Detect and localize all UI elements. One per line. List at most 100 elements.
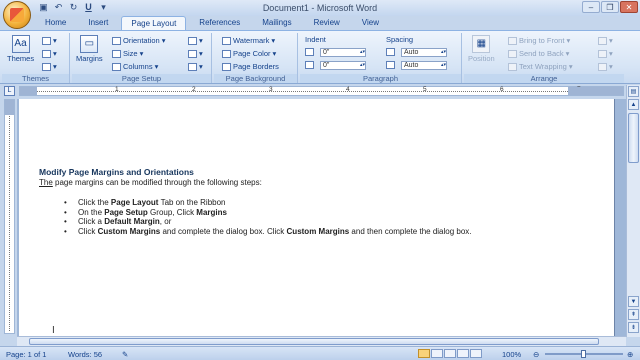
send-to-back-button[interactable]: Send to Back ▾	[508, 49, 569, 58]
undo-icon[interactable]: ↶	[53, 2, 64, 13]
horizontal-scroll-thumb[interactable]	[29, 338, 599, 345]
outline-view-icon[interactable]	[457, 349, 469, 358]
scroll-up-icon[interactable]: ▲	[628, 99, 639, 110]
ruler-bar: L 1 2 3 4 5 6 7	[0, 85, 640, 98]
tab-home[interactable]: Home	[36, 16, 75, 30]
zoom-slider-knob[interactable]	[581, 350, 586, 358]
text-wrapping-button[interactable]: Text Wrapping ▾	[508, 62, 573, 71]
margins-label: Margins	[76, 54, 103, 63]
quick-access-toolbar: ▣ ↶ ↻ U ▾	[38, 2, 109, 13]
theme-fonts-button[interactable]: ▾	[42, 49, 57, 58]
full-screen-reading-view-icon[interactable]	[431, 349, 443, 358]
intro-first-word: The	[39, 178, 53, 187]
orientation-button[interactable]: Orientation ▾	[112, 36, 165, 45]
vertical-ruler[interactable]	[4, 99, 15, 334]
page-background-group: Watermark ▾ Page Color ▾ Page Borders Page…	[214, 33, 298, 83]
zoom-out-icon[interactable]: ⊖	[533, 350, 539, 359]
bring-to-front-button[interactable]: Bring to Front ▾	[508, 36, 570, 45]
watermark-button[interactable]: Watermark ▾	[222, 36, 275, 45]
margins-button[interactable]: ▭ Margins	[76, 35, 103, 63]
horizontal-scrollbar[interactable]	[17, 336, 626, 346]
ruler-number: 2	[192, 86, 196, 93]
bullet-text: Tab on the Ribbon	[158, 198, 226, 207]
orientation-label: Orientation	[123, 36, 160, 45]
print-layout-view-icon[interactable]	[418, 349, 430, 358]
redo-icon[interactable]: ↻	[68, 2, 79, 13]
tab-view[interactable]: View	[353, 16, 388, 30]
scroll-thumb[interactable]	[628, 113, 639, 163]
bullet-bold: Margins	[196, 207, 227, 217]
web-layout-view-icon[interactable]	[444, 349, 456, 358]
bullet-text: Group, Click	[147, 207, 197, 217]
tab-references[interactable]: References	[190, 16, 249, 30]
page-count[interactable]: Page: 1 of 1	[6, 350, 46, 359]
minimize-button[interactable]: –	[582, 1, 600, 13]
bring-to-front-icon	[508, 36, 517, 45]
next-page-icon[interactable]: ⇟	[628, 322, 639, 333]
ribbon-tabs: Home Insert Page Layout References Maili…	[36, 16, 392, 30]
right-margin-area	[568, 87, 623, 95]
columns-icon	[112, 62, 121, 71]
document-area: Modify Page Margins and Orientations The…	[17, 99, 626, 336]
themes-button[interactable]: Aa Themes	[7, 35, 34, 63]
previous-page-icon[interactable]: ⇞	[628, 309, 639, 320]
hyphenation-button[interactable]: ▾	[188, 62, 203, 71]
page-background-group-label: Page Background	[214, 74, 297, 83]
document-intro: The page margins can be modified through…	[39, 178, 262, 187]
underline-icon[interactable]: U	[83, 2, 94, 13]
text-wrapping-label: Text Wrapping	[519, 62, 567, 71]
office-button[interactable]	[3, 1, 31, 29]
columns-button[interactable]: Columns ▾	[112, 62, 158, 71]
tab-selector-button[interactable]: L	[4, 86, 15, 96]
align-button[interactable]: ▾	[598, 36, 613, 45]
ibeam-cursor-icon: I	[52, 325, 55, 336]
zoom-in-icon[interactable]: ⊕	[627, 350, 633, 359]
position-button[interactable]: ▦ Position	[468, 35, 495, 63]
rotate-button[interactable]: ▾	[598, 62, 613, 71]
tab-review[interactable]: Review	[305, 16, 349, 30]
vertical-scrollbar[interactable]: ▤ ▲ ▼ ⇞ ⇟	[626, 85, 640, 337]
ruler-toggle-icon[interactable]: ▤	[628, 86, 639, 97]
page-borders-button[interactable]: Page Borders	[222, 62, 279, 71]
draft-view-icon[interactable]	[470, 349, 482, 358]
line-numbers-button[interactable]: ▾	[188, 49, 203, 58]
arrange-group: ▦ Position Bring to Front ▾ Send to Back ▾…	[464, 33, 624, 83]
maximize-button[interactable]: ❐	[601, 1, 619, 13]
spacing-after-input[interactable]: Auto	[401, 61, 447, 70]
tab-mailings[interactable]: Mailings	[253, 16, 300, 30]
horizontal-ruler[interactable]: 1 2 3 4 5 6 7	[19, 86, 624, 96]
title-bar: Document1 - Microsoft Word ▣ ↶ ↻ U ▾ – ❐…	[0, 0, 640, 16]
spacing-label: Spacing	[386, 35, 414, 44]
tab-page-layout[interactable]: Page Layout	[121, 16, 187, 30]
spacing-after-icon	[386, 61, 395, 69]
close-button[interactable]: ✕	[620, 1, 638, 13]
document-page[interactable]: Modify Page Margins and Orientations The…	[19, 99, 615, 336]
page-color-button[interactable]: Page Color ▾	[222, 49, 276, 58]
customize-icon[interactable]: ▾	[98, 2, 109, 13]
zoom-slider[interactable]	[545, 350, 623, 358]
zoom-level[interactable]: 100%	[502, 350, 521, 359]
theme-colors-button[interactable]: ▾	[42, 36, 57, 45]
text-wrapping-icon	[508, 62, 517, 71]
watermark-label: Watermark	[233, 36, 270, 45]
indent-right-input[interactable]: 0"	[320, 61, 366, 70]
page-borders-label: Page Borders	[233, 62, 279, 71]
spacing-before-input[interactable]: Auto	[401, 48, 447, 57]
left-margin-area	[20, 87, 37, 95]
vertical-ruler-ticks	[9, 116, 10, 331]
proofing-icon[interactable]: ✎	[122, 350, 128, 359]
theme-effects-button[interactable]: ▾	[42, 62, 57, 71]
save-icon[interactable]: ▣	[38, 2, 49, 13]
ruler-number: 5	[423, 86, 427, 93]
themes-button-label: Themes	[7, 54, 35, 63]
scroll-down-icon[interactable]: ▼	[628, 296, 639, 307]
tab-insert[interactable]: Insert	[79, 16, 117, 30]
bullet-text: and then complete the dialog box.	[349, 226, 472, 236]
group-button[interactable]: ▾	[598, 49, 613, 58]
breaks-button[interactable]: ▾	[188, 36, 203, 45]
ribbon: Aa Themes ▾ ▾ ▾ Themes ▭ Margins Orienta…	[0, 30, 640, 84]
size-button[interactable]: Size ▾	[112, 49, 143, 58]
intro-rest: page margins can be modified through the…	[52, 178, 262, 187]
indent-left-input[interactable]: 0"	[320, 48, 366, 57]
word-count[interactable]: Words: 56	[68, 350, 102, 359]
